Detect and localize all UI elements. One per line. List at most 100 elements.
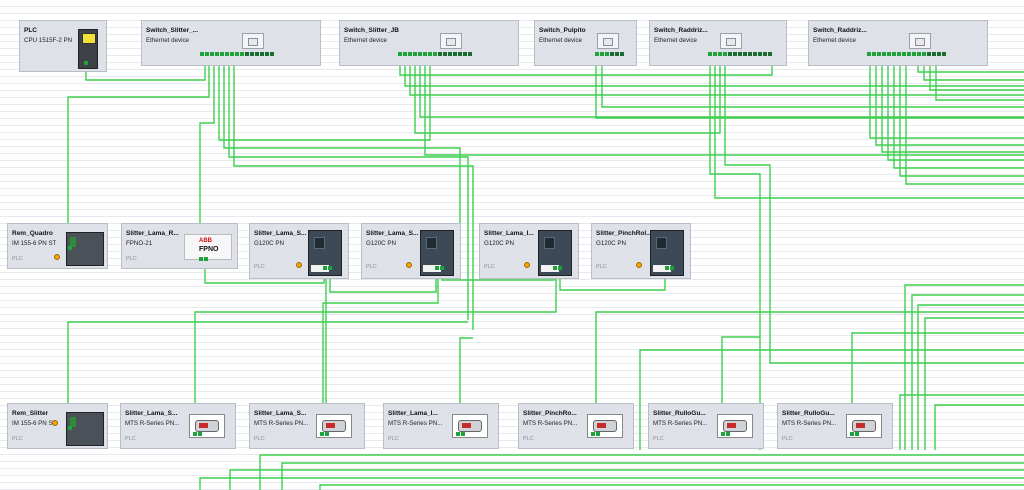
ethernet-port[interactable] — [600, 52, 604, 56]
ethernet-port[interactable] — [428, 52, 432, 56]
ethernet-port[interactable] — [907, 52, 911, 56]
ethernet-port[interactable] — [220, 52, 224, 56]
ethernet-port[interactable] — [235, 52, 239, 56]
ethernet-port[interactable] — [882, 52, 886, 56]
ethernet-port[interactable] — [443, 52, 447, 56]
ethernet-port[interactable] — [413, 52, 417, 56]
ethernet-port[interactable] — [758, 52, 762, 56]
device-switch-slitter[interactable]: Switch_Slitter_... Ethernet device — [141, 20, 321, 66]
ethernet-port[interactable] — [932, 52, 936, 56]
device-slitter-lama-s2-drive[interactable]: Slitter_Lama_S... G120C PN PLC — [361, 223, 461, 279]
ethernet-port[interactable] — [408, 52, 412, 56]
device-mts-lama-s2[interactable]: Slitter_Lama_S... MTS R-Series PN... PLC — [249, 403, 365, 449]
ethernet-port[interactable] — [721, 432, 725, 436]
ethernet-port[interactable] — [917, 52, 921, 56]
ethernet-port[interactable] — [738, 52, 742, 56]
ethernet-port[interactable] — [665, 266, 669, 270]
ethernet-port[interactable] — [937, 52, 941, 56]
ethernet-port[interactable] — [850, 432, 854, 436]
ethernet-port[interactable] — [265, 52, 269, 56]
ethernet-port[interactable] — [726, 432, 730, 436]
ethernet-port[interactable] — [398, 52, 402, 56]
ethernet-port[interactable] — [461, 432, 465, 436]
ethernet-port[interactable] — [867, 52, 871, 56]
ethernet-port[interactable] — [403, 52, 407, 56]
ethernet-port[interactable] — [723, 52, 727, 56]
ethernet-port[interactable] — [199, 257, 203, 261]
ethernet-port[interactable] — [922, 52, 926, 56]
ethernet-port[interactable] — [325, 432, 329, 436]
ethernet-port[interactable] — [610, 52, 614, 56]
device-mts-rulloguida-1[interactable]: Slitter_RulloGu... MTS R-Series PN... PL… — [648, 403, 764, 449]
ethernet-port[interactable] — [463, 52, 467, 56]
device-switch-slitter-jb[interactable]: Switch_Slitter_JB Ethernet device — [339, 20, 519, 66]
ethernet-port[interactable] — [713, 52, 717, 56]
ethernet-port[interactable] — [230, 52, 234, 56]
ethernet-port[interactable] — [193, 432, 197, 436]
ethernet-port[interactable] — [438, 52, 442, 56]
ethernet-port[interactable] — [68, 246, 72, 250]
ethernet-port[interactable] — [418, 52, 422, 56]
ethernet-port[interactable] — [708, 52, 712, 56]
ethernet-port[interactable] — [887, 52, 891, 56]
ethernet-port[interactable] — [596, 432, 600, 436]
ethernet-port[interactable] — [872, 52, 876, 56]
ethernet-port[interactable] — [456, 432, 460, 436]
ethernet-port[interactable] — [912, 52, 916, 56]
ethernet-port[interactable] — [245, 52, 249, 56]
ethernet-port[interactable] — [927, 52, 931, 56]
ethernet-port[interactable] — [753, 52, 757, 56]
device-slitter-lama-s1-drive[interactable]: Slitter_Lama_S... G120C PN PLC — [249, 223, 349, 279]
device-rem-quadro[interactable]: Rem_Quadro IM 155-6 PN ST PLC — [7, 223, 108, 269]
ethernet-port[interactable] — [250, 52, 254, 56]
ethernet-port[interactable] — [440, 266, 444, 270]
ethernet-port[interactable] — [615, 52, 619, 56]
device-slitter-lama-i-drive[interactable]: Slitter_Lama_I... G120C PN PLC — [479, 223, 579, 279]
device-slitter-pinchroll-drive[interactable]: Slitter_PinchRol... G120C PN PLC — [591, 223, 691, 279]
ethernet-port[interactable] — [270, 52, 274, 56]
device-mts-rulloguida-2[interactable]: Slitter_RulloGu... MTS R-Series PN... PL… — [777, 403, 893, 449]
ethernet-port[interactable] — [448, 52, 452, 56]
ethernet-port[interactable] — [468, 52, 472, 56]
ethernet-port[interactable] — [255, 52, 259, 56]
ethernet-port[interactable] — [902, 52, 906, 56]
ethernet-port[interactable] — [84, 61, 88, 65]
ethernet-port[interactable] — [458, 52, 462, 56]
ethernet-port[interactable] — [260, 52, 264, 56]
ethernet-port[interactable] — [453, 52, 457, 56]
device-mts-pinchroll[interactable]: Slitter_PinchRo... MTS R-Series PN... PL… — [518, 403, 634, 449]
ethernet-port[interactable] — [68, 426, 72, 430]
device-mts-lama-s1[interactable]: Slitter_Lama_S... MTS R-Series PN... PLC — [120, 403, 236, 449]
device-mts-lama-i[interactable]: Slitter_Lama_I... MTS R-Series PN... PLC — [383, 403, 499, 449]
ethernet-port[interactable] — [205, 52, 209, 56]
device-switch-pulpito[interactable]: Switch_Pulpito Ethernet device — [534, 20, 637, 66]
ethernet-port[interactable] — [558, 266, 562, 270]
ethernet-port[interactable] — [748, 52, 752, 56]
ethernet-port[interactable] — [892, 52, 896, 56]
ethernet-port[interactable] — [728, 52, 732, 56]
ethernet-port[interactable] — [620, 52, 624, 56]
ethernet-port[interactable] — [877, 52, 881, 56]
ethernet-port[interactable] — [215, 52, 219, 56]
ethernet-port[interactable] — [198, 432, 202, 436]
ethernet-port[interactable] — [225, 52, 229, 56]
ethernet-port[interactable] — [553, 266, 557, 270]
ethernet-port[interactable] — [897, 52, 901, 56]
device-rem-slitter[interactable]: Rem_Slitter IM 155-6 PN ST PLC — [7, 403, 108, 449]
ethernet-port[interactable] — [855, 432, 859, 436]
ethernet-port[interactable] — [591, 432, 595, 436]
ethernet-port[interactable] — [204, 257, 208, 261]
ethernet-port[interactable] — [320, 432, 324, 436]
ethernet-port[interactable] — [768, 52, 772, 56]
ethernet-port[interactable] — [200, 52, 204, 56]
ethernet-port[interactable] — [743, 52, 747, 56]
ethernet-port[interactable] — [718, 52, 722, 56]
ethernet-port[interactable] — [210, 52, 214, 56]
device-switch-raddrizzatore-1[interactable]: Switch_Raddriz... Ethernet device — [649, 20, 787, 66]
ethernet-port[interactable] — [763, 52, 767, 56]
ethernet-port[interactable] — [433, 52, 437, 56]
device-switch-raddrizzatore-2[interactable]: Switch_Raddriz... Ethernet device — [808, 20, 988, 66]
ethernet-port[interactable] — [328, 266, 332, 270]
ethernet-port[interactable] — [605, 52, 609, 56]
ethernet-port[interactable] — [595, 52, 599, 56]
